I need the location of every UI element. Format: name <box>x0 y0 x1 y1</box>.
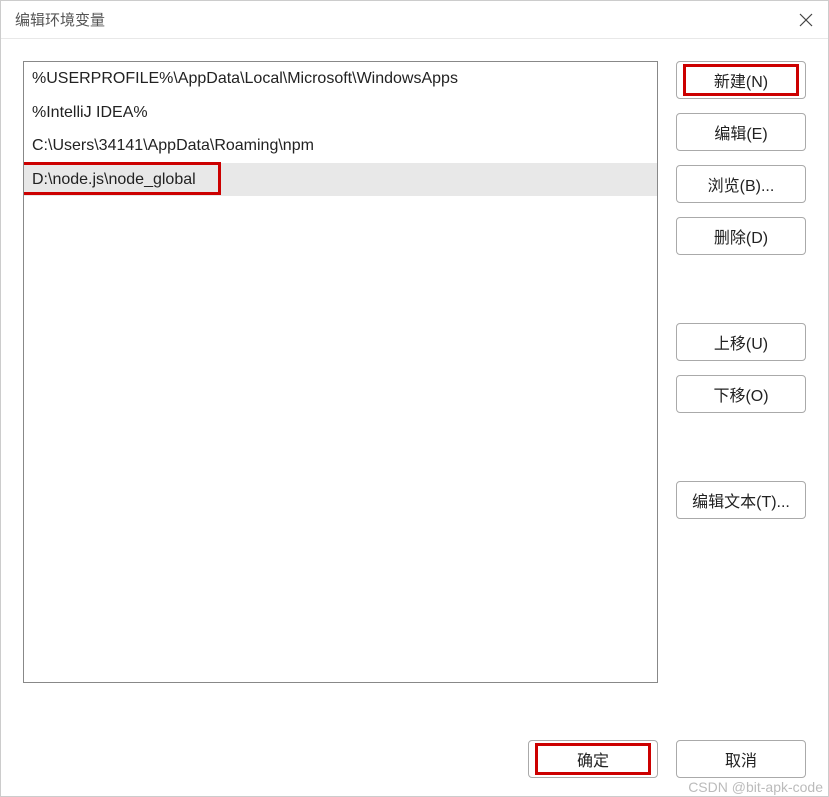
spacer <box>676 269 806 309</box>
side-button-panel: 新建(N) 编辑(E) 浏览(B)... 删除(D) 上移(U) 下移(O) 编… <box>676 61 806 716</box>
spacer <box>676 427 806 467</box>
cancel-button[interactable]: 取消 <box>676 740 806 778</box>
list-item[interactable]: %IntelliJ IDEA% <box>24 96 657 130</box>
main-row: %USERPROFILE%\AppData\Local\Microsoft\Wi… <box>23 61 806 716</box>
close-icon[interactable] <box>798 12 814 28</box>
new-button[interactable]: 新建(N) <box>676 61 806 99</box>
list-item[interactable]: %USERPROFILE%\AppData\Local\Microsoft\Wi… <box>24 62 657 96</box>
move-down-button[interactable]: 下移(O) <box>676 375 806 413</box>
move-up-button[interactable]: 上移(U) <box>676 323 806 361</box>
delete-button[interactable]: 删除(D) <box>676 217 806 255</box>
edit-button[interactable]: 编辑(E) <box>676 113 806 151</box>
window-title: 编辑环境变量 <box>15 9 105 30</box>
path-list[interactable]: %USERPROFILE%\AppData\Local\Microsoft\Wi… <box>23 61 658 683</box>
titlebar: 编辑环境变量 <box>1 1 828 39</box>
dialog-content: %USERPROFILE%\AppData\Local\Microsoft\Wi… <box>1 39 828 796</box>
list-item[interactable]: C:\Users\34141\AppData\Roaming\npm <box>24 129 657 163</box>
list-item[interactable]: D:\node.js\node_global <box>24 163 657 197</box>
bottom-button-row: 确定 取消 <box>23 740 806 778</box>
env-var-dialog: 编辑环境变量 %USERPROFILE%\AppData\Local\Micro… <box>0 0 829 797</box>
ok-button[interactable]: 确定 <box>528 740 658 778</box>
edit-text-button[interactable]: 编辑文本(T)... <box>676 481 806 519</box>
browse-button[interactable]: 浏览(B)... <box>676 165 806 203</box>
